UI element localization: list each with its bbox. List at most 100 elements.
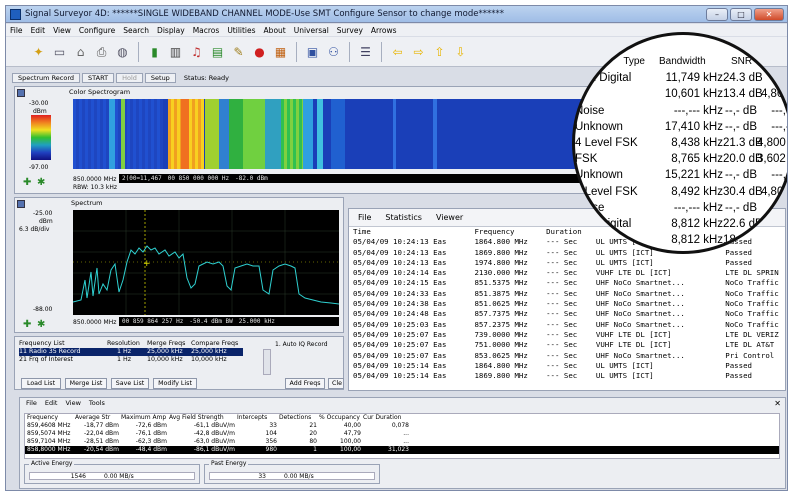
setup-button[interactable]: Setup bbox=[144, 72, 176, 83]
menu-universal[interactable]: Universal bbox=[294, 26, 329, 35]
spectrum-bottom-level: -88.00 bbox=[33, 306, 53, 313]
arrow-down-icon[interactable]: ⇩ bbox=[452, 43, 469, 60]
people-icon[interactable]: ⚇ bbox=[325, 43, 342, 60]
log-list: 05/04/09 10:24:13 Eas 1864.800 MHz --- Sec… bbox=[349, 237, 785, 381]
spectrum-pane: Spectrum -25.00 dBm 6.3 dB/div -88.00 ✚ … bbox=[14, 197, 344, 333]
log-menu-statistics[interactable]: Statistics bbox=[385, 213, 422, 222]
printer-icon[interactable]: ⎙ bbox=[93, 43, 110, 60]
spectrogram-freq-label: 850.0000 MHz bbox=[73, 176, 117, 183]
app-icon bbox=[10, 8, 21, 20]
log-row[interactable]: 05/04/09 10:25:14 Eas 1864.800 MHz --- Sec… bbox=[349, 361, 785, 371]
zoom-row: 4 Level FSK8,438 kHz21.3 dB4,800 kHz bbox=[575, 136, 787, 149]
spectrum-icon[interactable]: ▤ bbox=[209, 43, 226, 60]
active-energy-group: Active Energy 1546 0.00 MB/s bbox=[24, 460, 200, 484]
tower-icon[interactable]: ⌂ bbox=[72, 43, 89, 60]
marker-icon[interactable]: + bbox=[143, 259, 151, 269]
log-row[interactable]: 05/04/09 10:24:13 Eas 1974.800 MHz --- Sec… bbox=[349, 258, 785, 268]
monitor-icon[interactable]: ▭ bbox=[51, 43, 68, 60]
database-icon[interactable]: ◍ bbox=[114, 43, 131, 60]
arrow-left-icon[interactable]: ⇦ bbox=[389, 43, 406, 60]
log-menu-file[interactable]: File bbox=[358, 213, 371, 222]
spectrogram-pane: Color Spectrogram -30.00 dBm -97.00 ✚ ✱ … bbox=[14, 86, 592, 194]
log-row[interactable]: 05/04/09 10:25:07 Eas 853.0625 MHz --- Sec… bbox=[349, 351, 785, 361]
log-row[interactable]: 05/04/09 10:25:03 Eas 857.2375 MHz --- Sec… bbox=[349, 320, 785, 330]
bug-icon[interactable]: ▦ bbox=[272, 43, 289, 60]
table-header: Frequency Average Str Maximum Amp Avg Field… bbox=[27, 414, 402, 421]
menu-about[interactable]: About bbox=[264, 26, 286, 35]
signal-icon[interactable]: ● bbox=[251, 43, 268, 60]
table-row[interactable]: 859,5074 MHz -22,04 dBm -76,1 dBm -42,8 dBu… bbox=[25, 430, 779, 438]
record-icon[interactable]: ▥ bbox=[167, 43, 184, 60]
table-row[interactable]: 859,4608 MHz -18,77 dBm -72,6 dBm -61,1 dBu… bbox=[25, 422, 779, 430]
log-row[interactable]: 05/04/09 10:25:07 Eas 751.0000 MHz --- Sec… bbox=[349, 340, 785, 350]
antenna-icon[interactable]: ✦ bbox=[30, 43, 47, 60]
active-energy-value: 1546 bbox=[70, 473, 86, 480]
maximize-button[interactable]: □ bbox=[730, 8, 752, 21]
audio-icon[interactable]: ♫ bbox=[188, 43, 205, 60]
arrow-right-icon[interactable]: ⇨ bbox=[410, 43, 427, 60]
add-freqs-button[interactable]: Add Freqs bbox=[285, 378, 325, 389]
spectrogram-display[interactable] bbox=[73, 99, 591, 169]
log-row[interactable]: 05/04/09 10:24:14 Eas 2130.000 MHz --- Sec… bbox=[349, 268, 785, 278]
statistics-table: Frequency Average Str Maximum Amp Avg Field… bbox=[24, 413, 780, 459]
book-icon[interactable]: ▣ bbox=[304, 43, 321, 60]
stats-menu-tools[interactable]: Tools bbox=[89, 398, 105, 408]
minimize-button[interactable]: – bbox=[706, 8, 728, 21]
log-row[interactable]: 05/04/09 10:24:15 Eas 851.5375 MHz --- Sec… bbox=[349, 278, 785, 288]
table-row[interactable]: 859,7104 MHz -28,51 dBm -62,3 dBm -63,0 dBu… bbox=[25, 438, 779, 446]
zoom-in-icon[interactable]: ✚ bbox=[23, 319, 31, 330]
stats-menu-view[interactable]: View bbox=[65, 398, 80, 408]
log-menu-viewer[interactable]: Viewer bbox=[436, 213, 463, 222]
list-icon[interactable]: ☰ bbox=[357, 43, 374, 60]
log-row[interactable]: 05/04/09 10:24:13 Eas 1869.800 MHz --- Sec… bbox=[349, 248, 785, 258]
log-row[interactable]: 05/04/09 10:25:14 Eas 1869.800 MHz --- Sec… bbox=[349, 371, 785, 381]
auto-iq-record[interactable]: 1. Auto IQ Record bbox=[275, 341, 328, 348]
menu-search[interactable]: Search bbox=[123, 26, 149, 35]
table-row[interactable]: 11 Radio 35 Record 1 Hz 25,000 kHz 25,00… bbox=[19, 348, 243, 356]
spectrum-trace-display[interactable]: + bbox=[73, 210, 339, 315]
start-button[interactable]: START bbox=[82, 72, 115, 83]
zoom-out-icon[interactable]: ✱ bbox=[37, 319, 45, 330]
zoom-out-icon[interactable]: ✱ bbox=[37, 177, 45, 188]
table-row[interactable]: 858,8000 MHz -20,54 dBm -48,4 dBm -86,1 dBu… bbox=[25, 446, 779, 454]
save-list-button[interactable]: Save List bbox=[111, 378, 149, 389]
log-row[interactable]: 05/04/09 10:24:38 Eas 851.0625 MHz --- Sec… bbox=[349, 299, 785, 309]
menu-configure[interactable]: Configure bbox=[79, 26, 115, 35]
menu-survey[interactable]: Survey bbox=[337, 26, 363, 35]
log-row[interactable]: 05/04/09 10:24:48 Eas 857.7375 MHz --- Sec… bbox=[349, 309, 785, 319]
bar-meter-icon[interactable]: ▮ bbox=[146, 43, 163, 60]
zoom-row: Noise---,--- kHz--,- dB---,- Hz bbox=[575, 201, 788, 214]
menu-utilities[interactable]: Utilities bbox=[227, 26, 255, 35]
close-icon[interactable]: ✕ bbox=[774, 399, 781, 408]
menu-arrows[interactable]: Arrows bbox=[371, 26, 397, 35]
zoom-row: 8,812 kHz 18.1 dB bbox=[671, 234, 763, 247]
load-list-button[interactable]: Load List bbox=[21, 378, 61, 389]
table-row[interactable]: 21 Frq of Interest 1 Hz 10,000 kHz 10,00… bbox=[19, 356, 243, 364]
stats-menu-edit[interactable]: Edit bbox=[45, 398, 58, 408]
clear-button[interactable]: Cle bbox=[328, 378, 344, 389]
zoom-row: own Digital8,812 kHz22.6 dB0. bbox=[575, 217, 763, 230]
menu-edit[interactable]: Edit bbox=[31, 26, 46, 35]
hold-button[interactable]: Hold bbox=[116, 72, 143, 83]
stats-menu-file[interactable]: File bbox=[26, 398, 37, 408]
log-row[interactable]: 05/04/09 10:25:07 Eas 739.0000 MHz --- Sec… bbox=[349, 330, 785, 340]
window-title: Signal Surveyor 4D: ******SINGLE WIDEBAN… bbox=[25, 9, 504, 19]
log-row[interactable]: 05/04/09 10:24:33 Eas 851.3875 MHz --- Sec… bbox=[349, 289, 785, 299]
past-energy-rate: 0.00 MB/s bbox=[284, 473, 314, 480]
spectrogram-readout: 2(00=11,467 00 850 000 000 Hz -82.0 dBm bbox=[119, 174, 591, 183]
menu-display[interactable]: Display bbox=[157, 26, 185, 35]
spectrum-record-button[interactable]: Spectrum Record bbox=[12, 72, 81, 83]
list-scrollbar[interactable] bbox=[263, 349, 271, 375]
past-energy-group: Past Energy 33 0.00 MB/s bbox=[204, 460, 380, 484]
title-bar: Signal Surveyor 4D: ******SINGLE WIDEBAN… bbox=[6, 6, 787, 23]
merge-list-button[interactable]: Merge List bbox=[65, 378, 107, 389]
zoom-in-icon[interactable]: ✚ bbox=[23, 177, 31, 188]
close-button[interactable]: ✕ bbox=[754, 8, 784, 21]
menu-macros[interactable]: Macros bbox=[193, 26, 220, 35]
chart-icon[interactable]: ✎ bbox=[230, 43, 247, 60]
modify-list-button[interactable]: Modify List bbox=[153, 378, 197, 389]
menu-view[interactable]: View bbox=[53, 26, 71, 35]
menu-file[interactable]: File bbox=[10, 26, 23, 35]
zoom-table: Type Bandwidth SNR own Digital 11,749 kHz… bbox=[575, 54, 788, 248]
arrow-up-icon[interactable]: ⇧ bbox=[431, 43, 448, 60]
